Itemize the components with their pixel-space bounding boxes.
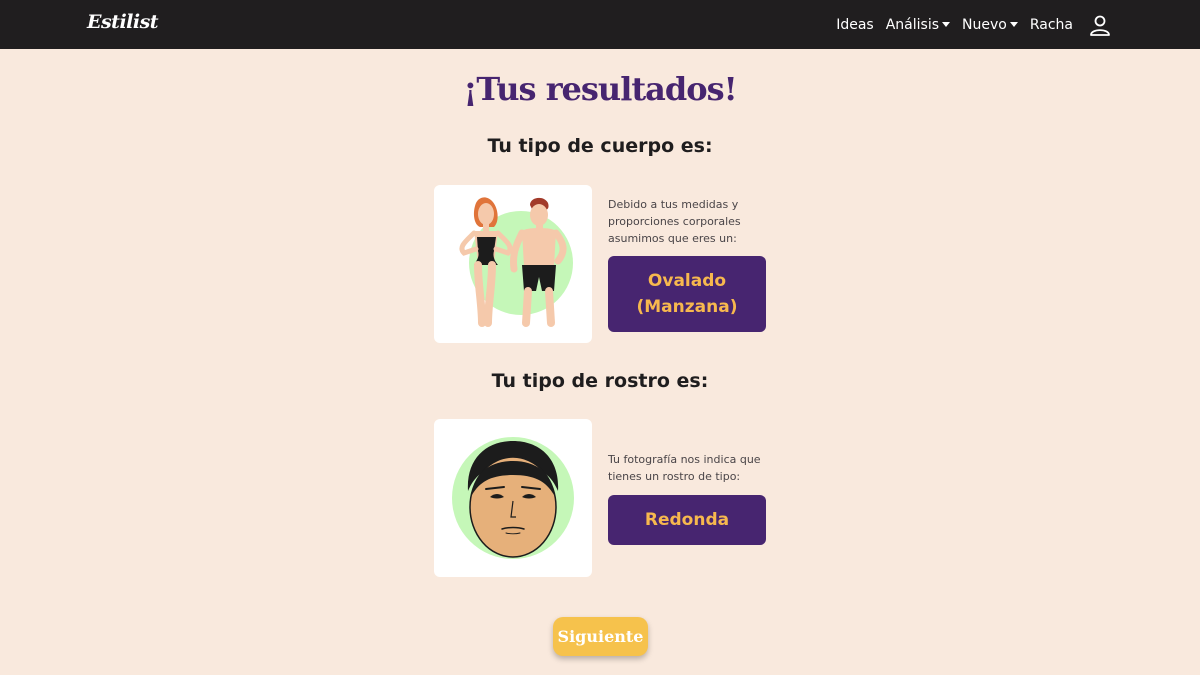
nav-item-label: Nuevo [962,16,1007,33]
body-type-result-line2: (Manzana) [636,297,738,317]
face-type-image-card [434,419,592,577]
body-type-result: Ovalado (Manzana) [608,256,766,332]
nav-item-label: Ideas [836,16,874,33]
body-couple-illustration [459,197,573,327]
face-type-description: Tu fotografía nos indica que tienes un r… [608,453,761,483]
nav-item-analisis[interactable]: Análisis [885,16,951,33]
next-button[interactable]: Siguiente [553,617,648,656]
body-type-heading: Tu tipo de cuerpo es: [487,135,713,157]
nav-item-ideas[interactable]: Ideas [836,17,874,33]
face-type-result: Redonda [608,495,766,545]
user-icon[interactable] [1088,13,1112,37]
brand-logo[interactable]: Estilist [87,11,159,33]
page-title: ¡Tus resultados! [463,70,737,108]
body-type-image-card [434,185,592,343]
nav-item-label: Análisis [885,16,940,33]
nav-menu: Ideas Análisis Nuevo Racha [824,0,1112,49]
navbar: Estilist Ideas Análisis Nuevo Racha [0,0,1200,49]
body-type-result-line1: Ovalado [647,271,727,291]
nav-item-nuevo[interactable]: Nuevo [962,17,1018,33]
caret-down-icon [1009,22,1018,27]
nav-item-label: Racha [1029,16,1073,33]
body-type-description: Debido a tus medidas y proporciones corp… [608,198,741,245]
nav-item-racha[interactable]: Racha [1030,17,1073,33]
face-type-heading: Tu tipo de rostro es: [491,370,709,392]
caret-down-icon [942,22,951,27]
round-face-illustration [452,437,574,559]
